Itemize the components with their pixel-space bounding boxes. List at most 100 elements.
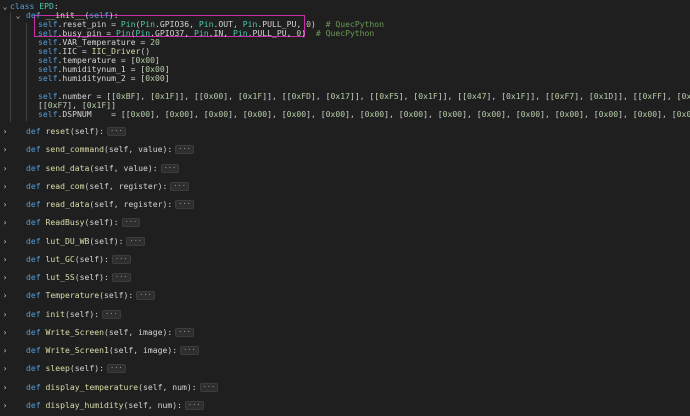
folded-ellipsis-icon[interactable]: ··· [126, 237, 146, 246]
folded-ellipsis-icon[interactable]: ··· [102, 310, 121, 319]
collapsed-method-reset[interactable]: › def reset(self): ··· [0, 126, 690, 137]
code-token: ], [ [384, 109, 404, 119]
method-name: init [45, 309, 66, 319]
collapsed-method-lut-5s[interactable]: › def lut_5S(self): ··· [0, 272, 690, 283]
method-params: (self, value): [103, 144, 173, 154]
fold-chevron-collapsed-icon[interactable]: › [1, 255, 9, 264]
code-token: 0x00 [598, 109, 619, 119]
fold-chevron-collapsed-icon[interactable]: › [1, 237, 9, 246]
code-token: 0x00 [520, 109, 541, 119]
fold-chevron-collapsed-icon[interactable]: › [1, 328, 9, 337]
folded-ellipsis-icon[interactable]: ··· [199, 383, 219, 392]
def-keyword: def [26, 400, 41, 410]
collapsed-method-lut-du-wb[interactable]: › def lut_DU_WB(self): ··· [0, 236, 690, 247]
code-token: 0x00 [559, 109, 580, 119]
fold-chevron-collapsed-icon[interactable]: › [1, 364, 9, 373]
code-token: ], [ [579, 109, 599, 119]
fold-chevron-collapsed-icon[interactable]: › [1, 200, 9, 209]
code-line[interactable]: self.DSPNUM = [[0x00], [0x00], [0x00], [… [0, 109, 690, 120]
code-token: 0x00 [481, 109, 502, 119]
fold-chevron-collapsed-icon[interactable]: › [1, 291, 9, 300]
code-token: 0x00 [403, 109, 424, 119]
method-params: (self): [65, 309, 100, 319]
collapsed-method-init[interactable]: › def init(self): ··· [0, 309, 690, 320]
folded-ellipsis-icon[interactable]: ··· [111, 273, 131, 282]
code-token: 0x00 [247, 109, 268, 119]
folded-ellipsis-icon[interactable]: ··· [136, 291, 155, 300]
fold-chevron-collapsed-icon[interactable]: › [1, 273, 9, 282]
def-keyword: def [26, 382, 41, 392]
collapsed-method-write-screen[interactable]: › def Write_Screen(self, image): ··· [0, 327, 690, 338]
code-token: 0x00 [325, 109, 346, 119]
method-params: (self): [69, 363, 104, 373]
code-token: .DSPNUM = [[ [57, 109, 131, 119]
method-name: read_com [45, 181, 85, 191]
method-name: display_temperature [45, 382, 139, 392]
collapsed-method-temperature[interactable]: › def Temperature(self): ··· [0, 290, 690, 301]
collapsed-method-sleep[interactable]: › def sleep(self): ··· [0, 363, 690, 374]
folded-ellipsis-icon[interactable]: ··· [184, 401, 204, 410]
collapsed-method-write-screen1[interactable]: › def Write_Screen1(self, image): ··· [0, 345, 690, 356]
method-params: (self, num): [123, 400, 182, 410]
def-keyword: def [26, 163, 41, 173]
folded-ellipsis-icon[interactable]: ··· [175, 145, 194, 154]
method-name: lut_DU_WB [45, 236, 90, 246]
code-token: 0x00 [637, 109, 658, 119]
folded-ellipsis-icon[interactable]: ··· [170, 182, 189, 191]
def-keyword: def [26, 144, 41, 154]
code-token: ], [ [150, 109, 170, 119]
def-keyword: def [26, 199, 41, 209]
folded-ellipsis-icon[interactable]: ··· [111, 255, 131, 264]
fold-chevron-collapsed-icon[interactable]: › [1, 145, 9, 154]
method-name: reset [45, 126, 70, 136]
folded-ellipsis-icon[interactable]: ··· [107, 364, 126, 373]
fold-chevron-collapsed-icon[interactable]: › [1, 346, 9, 355]
folded-ellipsis-icon[interactable]: ··· [180, 346, 199, 355]
def-keyword: def [26, 290, 41, 300]
method-params: (self, image): [108, 345, 178, 355]
code-token: ], [ [540, 109, 560, 119]
code-token: 0x00 [364, 109, 385, 119]
code-editor[interactable]: ⌄ class EPD: ⌄ def __init__(self): self.rese… [0, 0, 690, 416]
method-params: (self, num): [138, 382, 197, 392]
code-token: ], [ [189, 109, 209, 119]
collapsed-method-display-humidity[interactable]: › def display_humidity(self, num): ··· [0, 400, 690, 411]
code-token: ], [ [345, 109, 365, 119]
fold-chevron-collapsed-icon[interactable]: › [1, 182, 9, 191]
collapsed-method-send-command[interactable]: › def send_command(self, value): ··· [0, 144, 690, 155]
fold-chevron-collapsed-icon[interactable]: › [1, 218, 9, 227]
method-name: lut_GC [45, 254, 75, 264]
method-params: (self): [89, 236, 124, 246]
fold-chevron-collapsed-icon[interactable]: › [1, 383, 9, 392]
code-token: ], [ [306, 109, 326, 119]
code-token: ], [ [423, 109, 443, 119]
code-token: 0x00 [442, 109, 463, 119]
fold-chevron-collapsed-icon[interactable]: › [1, 127, 9, 136]
collapsed-method-read-com[interactable]: › def read_com(self, register): ··· [0, 181, 690, 192]
collapsed-method-display-temperature[interactable]: › def display_temperature(self, num): ··· [0, 382, 690, 393]
code-token: ], [ [501, 109, 521, 119]
folded-ellipsis-icon[interactable]: ··· [121, 218, 141, 227]
code-token: 0x00 [169, 109, 190, 119]
folded-ellipsis-icon[interactable]: ··· [175, 328, 194, 337]
collapsed-method-lut-gc[interactable]: › def lut_GC(self): ··· [0, 254, 690, 265]
method-name: display_humidity [45, 400, 124, 410]
code-token: ], [ [228, 109, 248, 119]
method-name: sleep [45, 363, 70, 373]
folded-ellipsis-icon[interactable]: ··· [175, 200, 194, 209]
collapsed-method-readbusy[interactable]: › def ReadBusy(self): ··· [0, 217, 690, 228]
method-params: (self): [99, 290, 134, 300]
method-params: (self, value): [89, 163, 158, 173]
method-params: (self, register): [84, 181, 168, 191]
fold-chevron-collapsed-icon[interactable]: › [1, 401, 9, 410]
method-name: send_data [45, 163, 90, 173]
method-name: ReadBusy [45, 217, 85, 227]
fold-chevron-collapsed-icon[interactable]: › [1, 164, 9, 173]
method-params: (self): [74, 272, 109, 282]
collapsed-method-read-data[interactable]: › def read_data(self, register): ··· [0, 199, 690, 210]
folded-ellipsis-icon[interactable]: ··· [160, 164, 180, 173]
folded-ellipsis-icon[interactable]: ··· [107, 127, 126, 136]
collapsed-method-send-data[interactable]: › def send_data(self, value): ··· [0, 163, 690, 174]
fold-chevron-collapsed-icon[interactable]: › [1, 310, 9, 319]
def-keyword: def [26, 254, 41, 264]
